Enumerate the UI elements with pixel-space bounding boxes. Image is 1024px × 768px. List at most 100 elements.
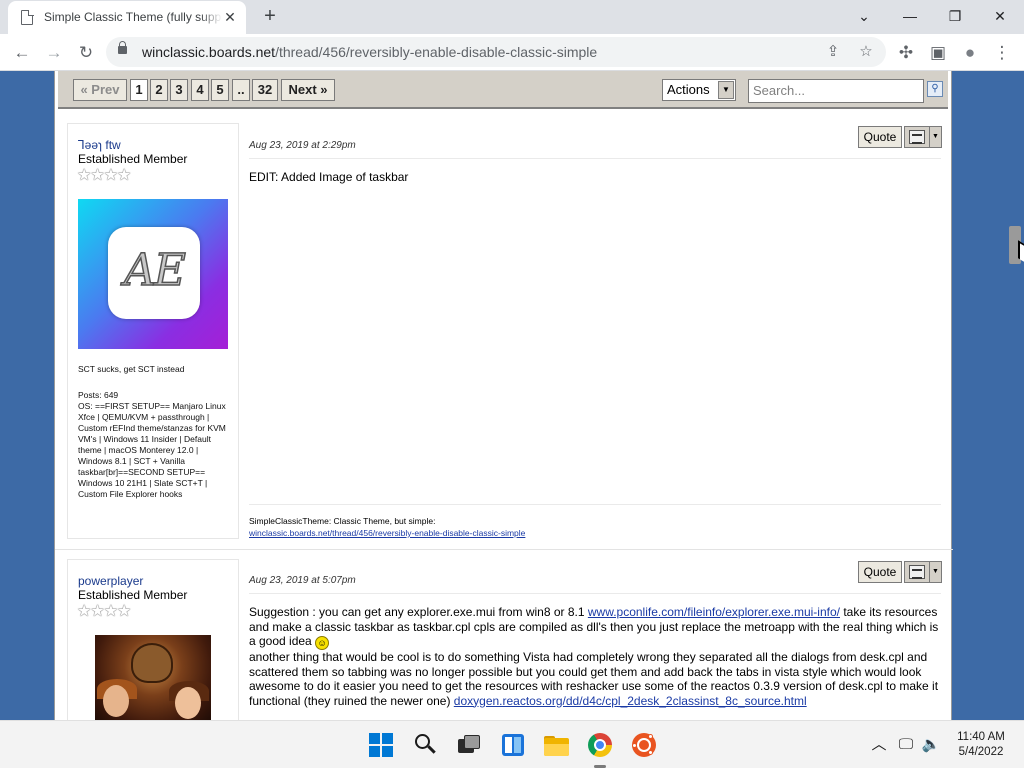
start-button[interactable] bbox=[369, 733, 393, 757]
tab-search-button[interactable]: ⌄ bbox=[850, 5, 878, 27]
user-post-count: Posts: 649 bbox=[78, 390, 119, 400]
clock-date: 5/4/2022 bbox=[958, 746, 1004, 758]
show-hidden-icons-chevron-icon[interactable]: ︿ bbox=[870, 735, 888, 755]
smiley-icon: ☺ bbox=[315, 636, 330, 650]
divider bbox=[249, 158, 941, 159]
chevron-down-icon[interactable]: ▼ bbox=[929, 562, 941, 582]
new-tab-button[interactable]: + bbox=[260, 6, 280, 26]
post-username[interactable]: powerplayer bbox=[78, 574, 143, 588]
ubuntu-icon bbox=[632, 743, 637, 748]
browser-menu-icon[interactable]: ⋮ bbox=[989, 40, 1015, 66]
user-os-info: OS: ==FIRST SETUP== Manjaro Linux Xfce |… bbox=[78, 401, 226, 499]
minimize-button[interactable]: — bbox=[896, 5, 924, 27]
page-icon bbox=[21, 9, 34, 25]
page-5-button[interactable]: 5 bbox=[211, 79, 229, 101]
post-body: EDIT: Added Image of taskbar bbox=[249, 170, 409, 184]
windows-logo-icon bbox=[369, 733, 380, 744]
signature-link-row: winclassic.boards.net/thread/456/reversi… bbox=[249, 527, 525, 539]
rank-stars-icon: ★★★★ bbox=[77, 167, 131, 184]
ubuntu-taskbar-button[interactable] bbox=[632, 733, 656, 757]
signature-text: SimpleClassicTheme: Classic Theme, but s… bbox=[249, 516, 436, 526]
forum-content: « Prev 1 2 3 4 5 .. 32 Next » Actions ▼ … bbox=[54, 71, 953, 720]
mouse-cursor-icon bbox=[1018, 240, 1024, 262]
quote-button[interactable]: Quote bbox=[858, 126, 902, 148]
tab-title: Simple Classic Theme (fully supported) bbox=[44, 10, 222, 24]
volume-icon[interactable]: 🔈 bbox=[921, 735, 941, 755]
close-tab-icon[interactable]: ✕ bbox=[222, 9, 238, 25]
taskbar-clock[interactable]: 11:40 AM 5/4/2022 bbox=[948, 730, 1014, 760]
user-rank: Established Member bbox=[78, 588, 188, 602]
page-2-button[interactable]: 2 bbox=[150, 79, 168, 101]
post-separator bbox=[55, 549, 953, 550]
tab-strip: Simple Classic Theme (fully supported) ✕… bbox=[0, 0, 1024, 34]
page-4-button[interactable]: 4 bbox=[191, 79, 209, 101]
avatar-figure bbox=[131, 643, 173, 683]
close-window-button[interactable]: ✕ bbox=[986, 5, 1014, 27]
restore-button[interactable]: ❐ bbox=[941, 5, 969, 27]
user-avatar[interactable] bbox=[95, 635, 211, 720]
prev-page-button[interactable]: « Prev bbox=[73, 79, 127, 101]
forum-post: powerplayer Established Member ★★★★ Aug … bbox=[55, 559, 953, 720]
rank-stars-icon: ★★★★ bbox=[77, 603, 131, 620]
quote-button[interactable]: Quote bbox=[858, 561, 902, 583]
side-panel-icon[interactable]: ▣ bbox=[925, 40, 951, 66]
avatar-card: AE bbox=[108, 227, 200, 319]
post-text: Suggestion : you can get any explorer.ex… bbox=[249, 605, 588, 619]
forum-search-input[interactable]: Search... bbox=[748, 79, 924, 103]
actions-label: Actions bbox=[667, 82, 710, 97]
post-date[interactable]: Aug 23, 2019 at 5:07pm bbox=[249, 575, 356, 586]
url-path: /thread/456/reversibly-enable-disable-cl… bbox=[275, 44, 598, 60]
task-view-button[interactable] bbox=[456, 733, 480, 757]
back-button[interactable]: ← bbox=[9, 40, 35, 66]
widgets-icon bbox=[514, 737, 521, 753]
post-options-button[interactable]: ▼ bbox=[904, 126, 942, 148]
user-info-panel: Ꞁəəɿ ftw Established Member ★★★★ AE SCT … bbox=[67, 123, 239, 539]
folder-icon bbox=[544, 744, 569, 756]
signature-link[interactable]: winclassic.boards.net/thread/456/reversi… bbox=[249, 528, 525, 538]
chrome-taskbar-button[interactable] bbox=[588, 733, 612, 757]
avatar-letters: AE bbox=[123, 244, 186, 297]
page-32-button[interactable]: 32 bbox=[252, 79, 278, 101]
chevron-down-icon[interactable]: ▼ bbox=[718, 81, 734, 99]
next-page-button[interactable]: Next » bbox=[281, 79, 335, 101]
ubuntu-icon bbox=[648, 734, 653, 739]
actions-dropdown[interactable]: Actions ▼ bbox=[662, 79, 736, 101]
divider bbox=[249, 593, 941, 594]
post-link[interactable]: www.pconlife.com/fileinfo/explorer.exe.m… bbox=[588, 605, 840, 619]
page-scrollbar[interactable] bbox=[1007, 71, 1024, 720]
profile-avatar-icon[interactable]: ● bbox=[957, 40, 983, 66]
chevron-down-icon[interactable]: ▼ bbox=[929, 127, 941, 147]
extensions-icon[interactable]: ✣ bbox=[893, 40, 919, 66]
widgets-icon bbox=[505, 737, 512, 753]
avatar-figure bbox=[103, 685, 129, 717]
thread-control-bar: « Prev 1 2 3 4 5 .. 32 Next » Actions ▼ … bbox=[58, 71, 948, 109]
address-bar[interactable]: winclassic.boards.net/thread/456/reversi… bbox=[106, 37, 886, 67]
file-explorer-button[interactable] bbox=[544, 733, 569, 757]
ubuntu-icon bbox=[648, 750, 653, 755]
browser-tab[interactable]: Simple Classic Theme (fully supported) ✕ bbox=[8, 1, 246, 34]
post-date[interactable]: Aug 23, 2019 at 2:29pm bbox=[249, 140, 356, 151]
windows-logo-icon bbox=[382, 733, 393, 744]
task-view-icon bbox=[464, 735, 480, 749]
post-options-icon bbox=[909, 130, 925, 144]
url-host: winclassic.boards.net bbox=[142, 44, 276, 60]
bookmark-star-icon[interactable]: ☆ bbox=[855, 41, 877, 63]
taskbar-search-button[interactable] bbox=[413, 733, 437, 757]
forward-button[interactable]: → bbox=[41, 40, 67, 66]
post-options-icon bbox=[909, 565, 925, 579]
page-1-button[interactable]: 1 bbox=[130, 79, 148, 101]
post-link[interactable]: doxygen.reactos.org/dd/d4c/cpl_2desk_2cl… bbox=[454, 694, 807, 708]
user-tagline: SCT sucks, get SCT instead bbox=[78, 364, 185, 374]
user-avatar[interactable]: AE bbox=[78, 199, 228, 349]
post-username[interactable]: Ꞁəəɿ ftw bbox=[78, 138, 121, 152]
post-options-button[interactable]: ▼ bbox=[904, 561, 942, 583]
widgets-button[interactable] bbox=[501, 733, 525, 757]
network-icon[interactable]: 🖵 bbox=[896, 735, 916, 755]
url-text[interactable]: winclassic.boards.net/thread/456/reversi… bbox=[142, 44, 597, 60]
lock-icon[interactable] bbox=[118, 41, 127, 54]
search-go-icon[interactable]: ⚲ bbox=[927, 81, 943, 97]
reload-button[interactable]: ↻ bbox=[73, 40, 99, 66]
share-icon[interactable]: ⇪ bbox=[822, 41, 844, 63]
page-ellipsis[interactable]: .. bbox=[232, 79, 250, 101]
page-3-button[interactable]: 3 bbox=[170, 79, 188, 101]
